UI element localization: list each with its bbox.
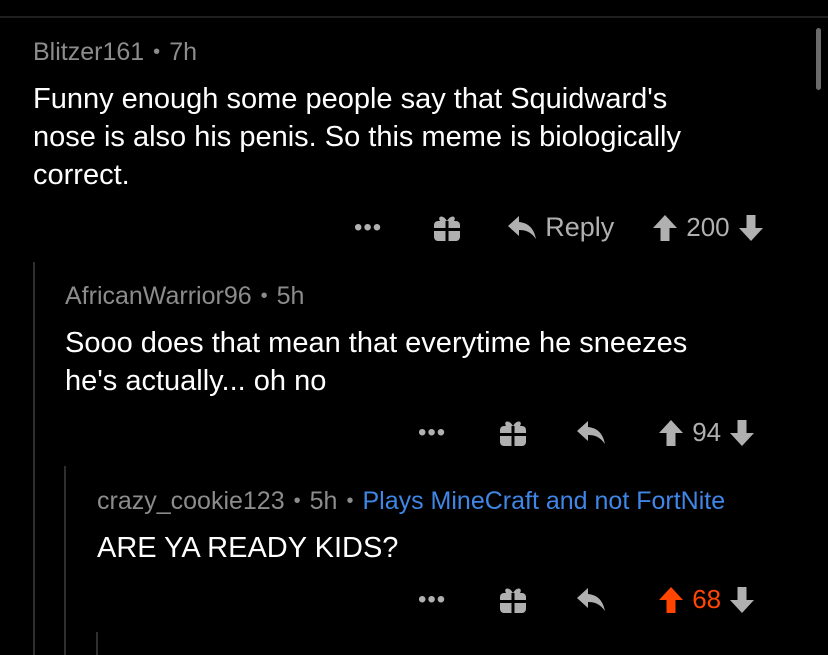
comment: crazy_cookie123 • 5h • Plays MineCraft a… — [97, 487, 807, 567]
reply-icon — [507, 215, 537, 241]
comment-meta: Blitzer161 • 7h — [33, 38, 803, 67]
meta-separator: • — [153, 41, 161, 63]
reply-label: Reply — [545, 212, 615, 242]
reply-icon[interactable] — [576, 587, 606, 613]
comment-thread-screen: Blitzer161 • 7h Funny enough some people… — [0, 0, 828, 655]
upvote-icon[interactable] — [652, 214, 678, 242]
vote-controls: 94 — [658, 417, 755, 448]
reply-icon[interactable] — [576, 420, 606, 446]
comment-time: 5h — [309, 487, 338, 515]
comment-author[interactable]: crazy_cookie123 — [97, 487, 285, 516]
comment-meta: AfricanWarrior96 • 5h — [65, 282, 805, 311]
meta-separator: • — [260, 285, 268, 307]
comment-actions: ••• Reply 200 — [354, 212, 764, 243]
comment-actions: ••• 68 — [418, 584, 755, 615]
upvote-icon[interactable] — [658, 419, 684, 447]
more-icon[interactable]: ••• — [354, 215, 382, 240]
gift-icon[interactable] — [498, 418, 528, 448]
comment: AfricanWarrior96 • 5h Sooo does that mea… — [65, 282, 805, 400]
more-icon[interactable]: ••• — [418, 587, 446, 612]
gift-icon[interactable] — [498, 585, 528, 615]
comment-author[interactable]: Blitzer161 — [33, 38, 144, 67]
thread-line[interactable] — [33, 262, 35, 655]
reply-button[interactable]: Reply — [507, 212, 614, 243]
comment-meta: crazy_cookie123 • 5h • Plays MineCraft a… — [97, 487, 807, 516]
downvote-icon[interactable] — [729, 419, 755, 447]
comment-time: 7h — [169, 38, 197, 66]
vote-score: 94 — [692, 417, 722, 447]
vote-score: 200 — [686, 212, 730, 242]
comment-actions: ••• 94 — [418, 417, 755, 448]
meta-separator: • — [346, 490, 354, 512]
comment-time: 5h — [276, 282, 305, 310]
comment-body: ARE YA READY KIDS? — [97, 532, 399, 564]
meta-separator: • — [293, 490, 301, 512]
scrollbar[interactable] — [816, 28, 821, 90]
more-icon[interactable]: ••• — [418, 420, 446, 445]
downvote-icon[interactable] — [729, 586, 755, 614]
thread-line[interactable] — [64, 466, 66, 655]
comment: Blitzer161 • 7h Funny enough some people… — [33, 38, 803, 194]
top-divider — [0, 16, 828, 18]
thread-line[interactable] — [96, 632, 98, 655]
comment-body: Funny enough some people say that Squidw… — [33, 83, 681, 191]
upvote-icon[interactable] — [658, 586, 684, 614]
downvote-icon[interactable] — [738, 214, 764, 242]
vote-score: 68 — [692, 584, 722, 614]
gift-icon[interactable] — [432, 213, 462, 243]
comment-author[interactable]: AfricanWarrior96 — [65, 282, 252, 311]
vote-controls: 200 — [652, 212, 763, 243]
user-flair: Plays MineCraft and not FortNite — [362, 487, 726, 515]
vote-controls: 68 — [658, 584, 755, 615]
comment-body: Sooo does that mean that everytime he sn… — [65, 327, 688, 397]
